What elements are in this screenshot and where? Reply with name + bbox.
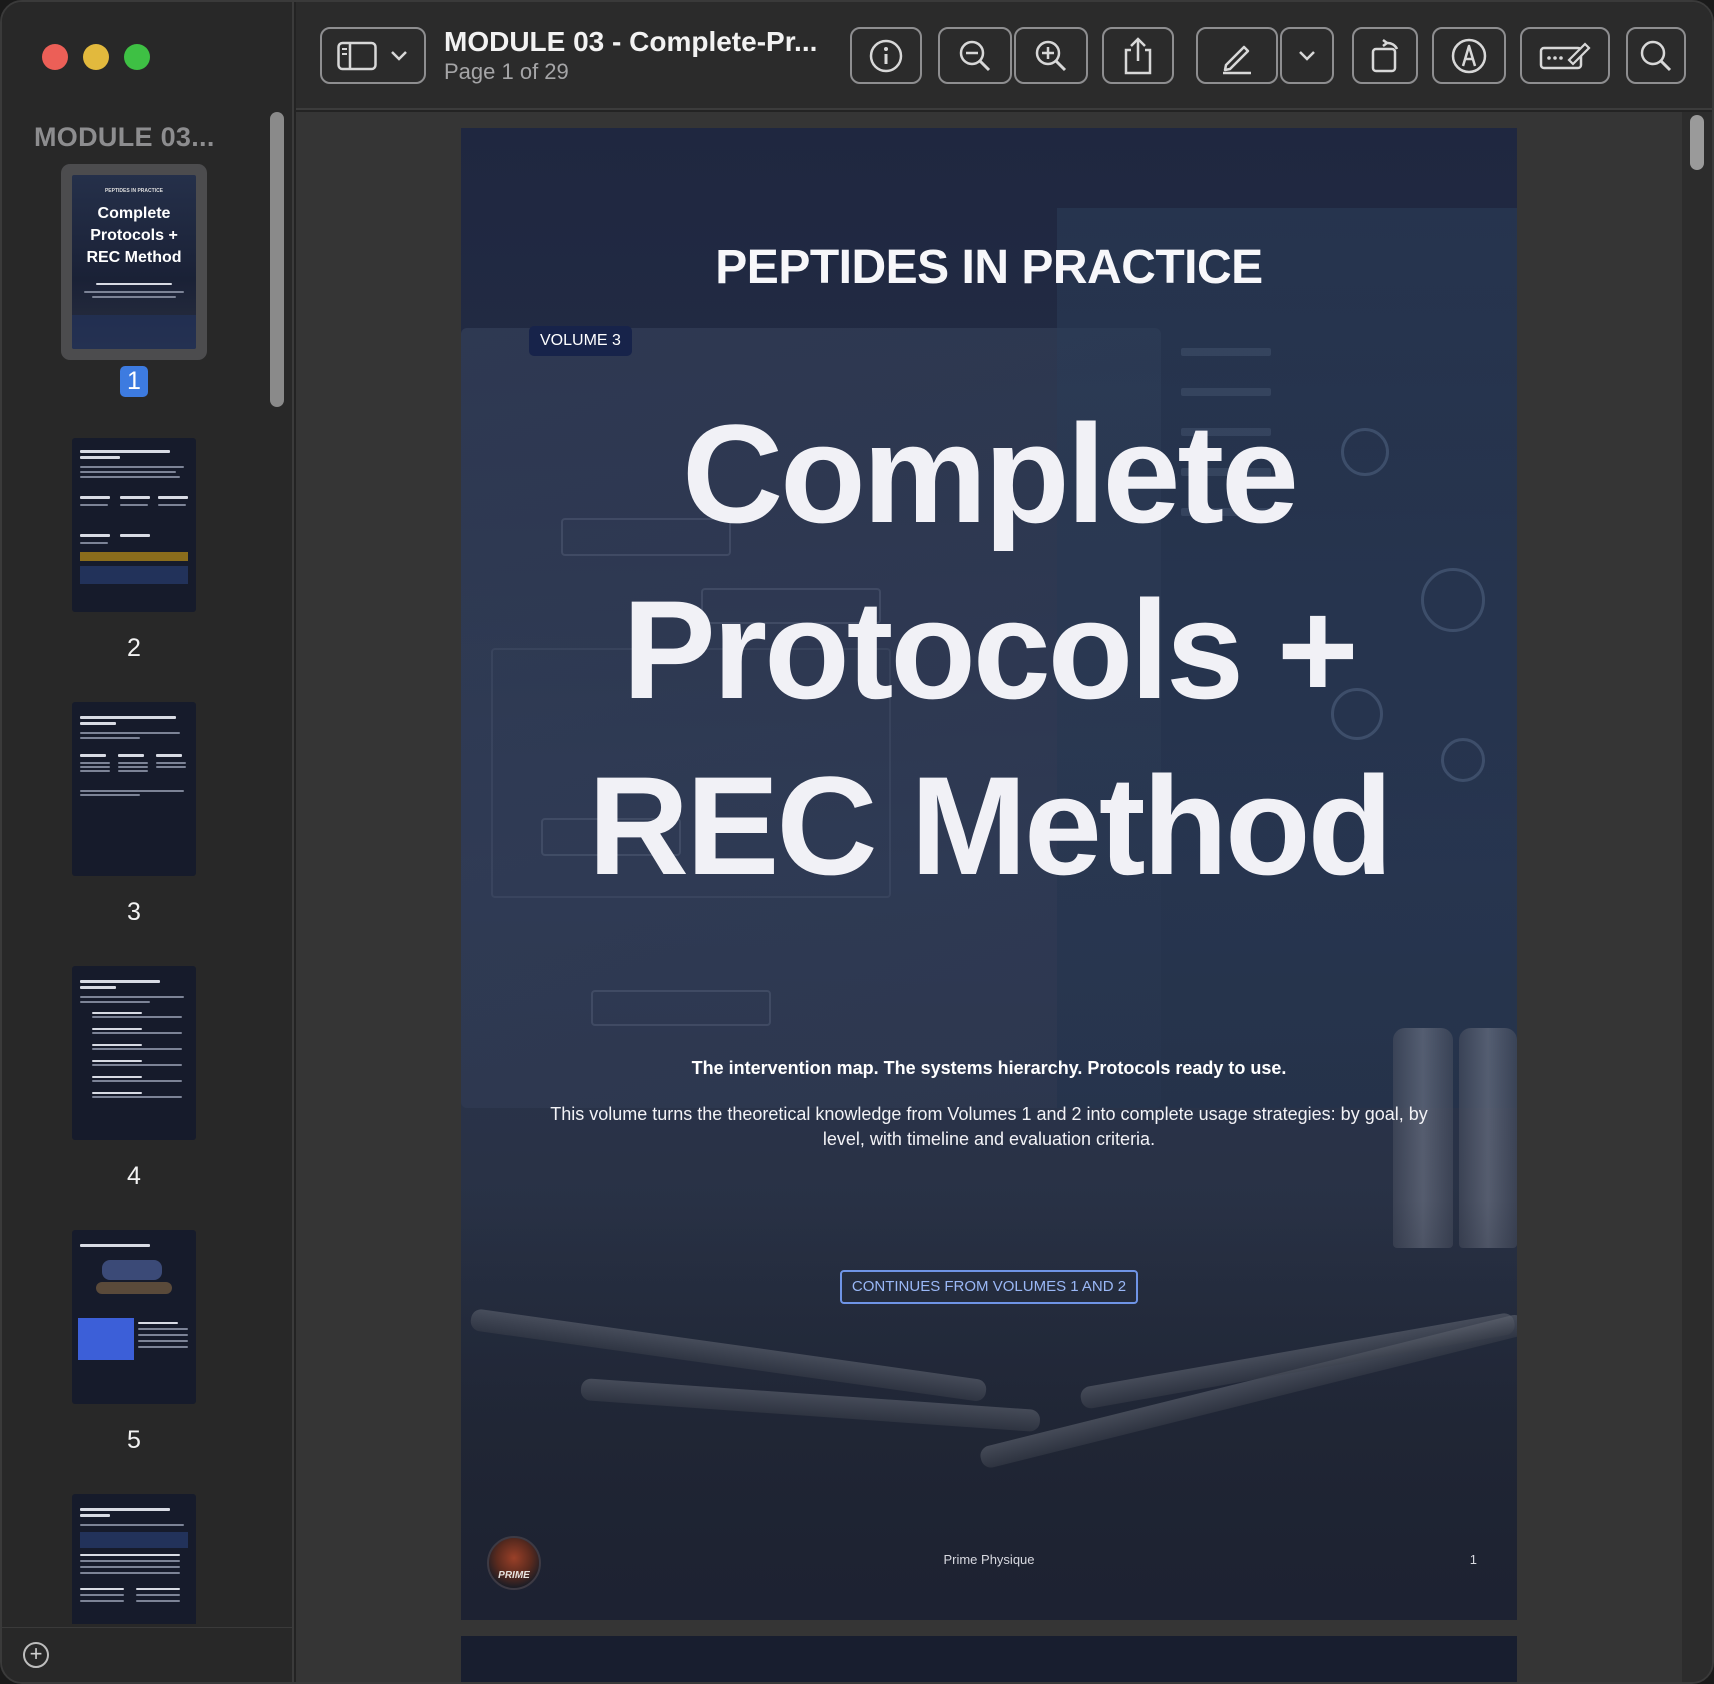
search-icon: [1640, 40, 1672, 71]
sidebar-scrollbar[interactable]: [270, 112, 284, 407]
thumbnail-kicker: PEPTIDES IN PRACTICE: [104, 188, 164, 194]
zoom-out-button[interactable]: [938, 27, 1012, 84]
close-window-button[interactable]: [42, 44, 68, 70]
sidebar-document-title: MODULE 03...: [34, 122, 215, 152]
cover-kicker: PEPTIDES IN PRACTICE: [715, 241, 1263, 294]
cover-tagline: The intervention map. The systems hierar…: [691, 1058, 1287, 1078]
cover-title: Complete Protocols + REC Method: [461, 386, 1517, 914]
thumbnail-image: [72, 1230, 196, 1404]
chevron-down-icon: [391, 50, 407, 61]
cover-title-line-3: REC Method: [587, 747, 1393, 904]
cover-description: This volume turns the theoretical knowle…: [550, 1104, 1428, 1149]
chevron-down-icon: [1299, 50, 1315, 61]
thumbnail-page-number: 2: [127, 634, 141, 662]
thumbnail-page-1[interactable]: PEPTIDES IN PRACTICE Complete Protocols …: [2, 164, 266, 397]
rotate-icon: [1371, 38, 1399, 72]
toolbar: MODULE 03 - Complete-Pr... Page 1 of 29: [296, 2, 1712, 110]
markup-button[interactable]: [1432, 27, 1506, 84]
thumbnail-image: [72, 438, 196, 612]
window-controls: [42, 44, 150, 70]
minimize-window-button[interactable]: [83, 44, 109, 70]
form-fill-button[interactable]: [1520, 27, 1610, 84]
thumbnail-page-2[interactable]: 2: [2, 438, 266, 663]
zoom-in-icon: [1035, 40, 1067, 71]
thumbnail-title-line: REC Method: [86, 249, 182, 266]
pdf-page-1: PEPTIDES IN PRACTICE VOLUME 3 Complete P…: [461, 128, 1517, 1620]
thumbnail-page-number: 3: [127, 898, 141, 926]
markup-icon: [1451, 38, 1487, 73]
thumbnail-page-6[interactable]: [2, 1494, 266, 1624]
zoom-out-icon: [959, 40, 991, 71]
pdf-page-2-preview: [461, 1636, 1517, 1682]
form-fill-icon: [1539, 41, 1591, 69]
thumbnail-image: [72, 702, 196, 876]
document-scrollbar[interactable]: [1690, 115, 1704, 170]
footer-brand: Prime Physique: [943, 1552, 1035, 1567]
continues-badge: CONTINUES FROM VOLUMES 1 AND 2: [840, 1270, 1138, 1304]
info-icon: [869, 39, 903, 72]
thumbnail-title-line: Protocols +: [90, 227, 178, 244]
document-title: MODULE 03 - Complete-Pr...: [444, 26, 818, 57]
add-page-button[interactable]: +: [23, 1642, 49, 1668]
share-icon: [1124, 36, 1152, 74]
document-view[interactable]: PEPTIDES IN PRACTICE VOLUME 3 Complete P…: [296, 112, 1712, 1682]
footer-page-number: 1: [1469, 1552, 1477, 1567]
volume-badge: VOLUME 3: [529, 326, 632, 356]
cover-title-line-1: Complete: [682, 395, 1299, 552]
thumbnail-page-number: 4: [127, 1162, 141, 1190]
preview-window: MODULE 03... PEPTIDES IN PRACTICE Comple…: [0, 0, 1714, 1684]
pencil-icon: [1223, 45, 1251, 74]
thumbnail-page-3[interactable]: 3: [2, 702, 266, 927]
cover-title-line-2: Protocols +: [622, 571, 1358, 728]
share-button[interactable]: [1102, 27, 1174, 84]
logo-text: PRIME: [498, 1570, 530, 1581]
thumbnail-image: PEPTIDES IN PRACTICE Complete Protocols …: [72, 175, 196, 349]
zoom-in-button[interactable]: [1014, 27, 1088, 84]
rotate-button[interactable]: [1352, 27, 1418, 84]
thumbnail-selected-frame: PEPTIDES IN PRACTICE Complete Protocols …: [61, 164, 207, 360]
thumbnail-image: [72, 1494, 196, 1624]
sidebar-toggle-icon: [337, 41, 377, 70]
thumbnail-title-line: Complete: [97, 205, 171, 222]
info-button[interactable]: [850, 27, 922, 84]
search-button[interactable]: [1626, 27, 1686, 84]
thumbnail-image: [72, 966, 196, 1140]
highlight-options-button[interactable]: [1280, 27, 1334, 84]
maximize-window-button[interactable]: [124, 44, 150, 70]
thumbnail-sidebar: MODULE 03... PEPTIDES IN PRACTICE Comple…: [2, 2, 294, 1682]
thumbnail-page-number: 5: [127, 1426, 141, 1454]
sidebar-toggle-button[interactable]: [320, 27, 426, 84]
thumbnail-page-4[interactable]: 4: [2, 966, 266, 1191]
highlight-button[interactable]: [1196, 27, 1278, 84]
page-indicator: Page 1 of 29: [444, 59, 569, 84]
thumbnail-page-number: 1: [120, 366, 148, 397]
thumbnail-page-5[interactable]: 5: [2, 1230, 266, 1455]
